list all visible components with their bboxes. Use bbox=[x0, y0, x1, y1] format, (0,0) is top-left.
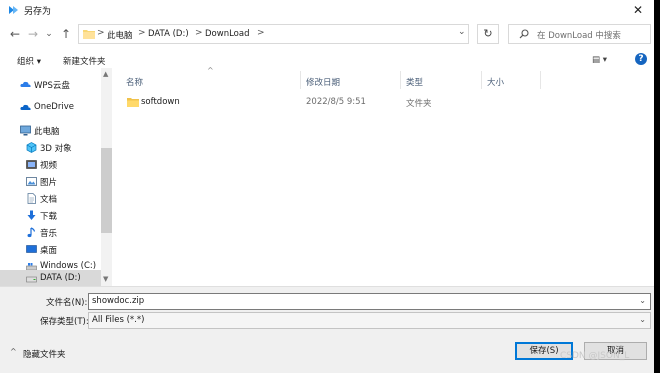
file-name: softdown bbox=[141, 97, 180, 107]
filetype-select[interactable]: All Files (*.*) ⌄ bbox=[88, 312, 651, 329]
picture-icon bbox=[26, 177, 37, 186]
sort-indicator: ^ bbox=[207, 66, 214, 75]
breadcrumb-separator: > bbox=[195, 28, 203, 38]
sidebar-item-music[interactable]: 音乐 bbox=[0, 224, 101, 241]
navigation-pane: WPS云盘 OneDrive 此电脑 3D 对象 视频 图片 文档 下载 音乐 … bbox=[0, 68, 112, 286]
breadcrumb-separator: > bbox=[97, 28, 105, 38]
search-input[interactable]: 在 DownLoad 中搜索 bbox=[508, 24, 651, 44]
chevron-up-icon[interactable]: ^ bbox=[10, 347, 17, 356]
search-placeholder: 在 DownLoad 中搜索 bbox=[537, 31, 621, 41]
sidebar-item-downloads[interactable]: 下载 bbox=[0, 207, 101, 224]
folder-icon bbox=[127, 98, 139, 107]
sidebar-item-pictures[interactable]: 图片 bbox=[0, 173, 101, 190]
onedrive-icon bbox=[20, 104, 31, 110]
breadcrumb-data-drive[interactable]: DATA (D:) bbox=[148, 29, 189, 39]
folder-icon bbox=[83, 30, 95, 39]
scroll-up-arrow[interactable]: ▲ bbox=[103, 70, 108, 78]
address-bar[interactable]: > 此电脑 > DATA (D:) > DownLoad > ⌄ bbox=[78, 24, 469, 44]
sidebar-item-wps-cloud[interactable]: WPS云盘 bbox=[0, 76, 101, 93]
document-icon bbox=[27, 193, 36, 204]
filename-input[interactable]: showdoc.zip ⌄ bbox=[88, 293, 651, 310]
video-icon bbox=[26, 160, 37, 169]
cloud-icon bbox=[20, 81, 31, 87]
chevron-down-icon[interactable]: ⌄ bbox=[639, 296, 646, 305]
download-icon bbox=[27, 210, 36, 220]
filetype-label: 保存类型(T): bbox=[40, 317, 89, 327]
sidebar-item-desktop[interactable]: 桌面 bbox=[0, 241, 101, 258]
column-divider[interactable] bbox=[400, 71, 401, 89]
file-modified: 2022/8/5 9:51 bbox=[306, 97, 366, 107]
breadcrumb-separator: > bbox=[257, 28, 265, 38]
save-as-dialog: 另存为 ✕ ← → ⌄ ↑ > 此电脑 > DATA (D:) > DownLo… bbox=[0, 0, 654, 373]
chevron-down-icon[interactable]: ⌄ bbox=[639, 315, 646, 324]
breadcrumb-download[interactable]: DownLoad bbox=[205, 29, 249, 39]
address-dropdown-button[interactable]: ⌄ bbox=[458, 27, 466, 37]
forward-button[interactable]: → bbox=[25, 26, 41, 42]
search-icon bbox=[519, 29, 529, 39]
computer-icon bbox=[20, 125, 31, 136]
column-header-name[interactable]: 名称 bbox=[126, 76, 143, 88]
column-header-size[interactable]: 大小 bbox=[487, 76, 504, 88]
navigation-scrollbar-thumb[interactable] bbox=[101, 148, 112, 233]
close-button[interactable]: ✕ bbox=[622, 0, 654, 20]
window-title: 另存为 bbox=[24, 7, 52, 17]
refresh-button[interactable]: ↻ bbox=[477, 24, 499, 44]
sidebar-item-videos[interactable]: 视频 bbox=[0, 156, 101, 173]
sidebar-item-onedrive[interactable]: OneDrive bbox=[0, 99, 101, 116]
breadcrumb-separator: > bbox=[138, 28, 146, 38]
file-row[interactable]: softdown 2022/8/5 9:51 文件夹 bbox=[120, 95, 540, 111]
hide-folders-toggle[interactable]: 隐藏文件夹 bbox=[23, 348, 66, 360]
view-options-button[interactable]: ▤ ▾ bbox=[592, 55, 607, 65]
back-button[interactable]: ← bbox=[7, 26, 23, 42]
column-divider[interactable] bbox=[481, 71, 482, 89]
drive-icon bbox=[26, 276, 37, 283]
breadcrumb-this-pc[interactable]: 此电脑 bbox=[107, 29, 133, 41]
watermark: CSDN @JSON_L bbox=[560, 351, 630, 361]
new-folder-button[interactable]: 新建文件夹 bbox=[63, 55, 106, 67]
file-type: 文件夹 bbox=[406, 99, 432, 109]
scroll-down-arrow[interactable]: ▼ bbox=[103, 275, 108, 283]
column-header-modified[interactable]: 修改日期 bbox=[306, 76, 340, 88]
sidebar-item-documents[interactable]: 文档 bbox=[0, 190, 101, 207]
music-icon bbox=[27, 227, 36, 238]
column-header-type[interactable]: 类型 bbox=[406, 76, 423, 88]
cube-icon bbox=[26, 142, 37, 153]
column-divider[interactable] bbox=[540, 71, 541, 89]
column-divider[interactable] bbox=[300, 71, 301, 89]
filename-label: 文件名(N): bbox=[46, 298, 88, 308]
sidebar-item-this-pc[interactable]: 此电脑 bbox=[0, 122, 101, 139]
title-bar: 另存为 ✕ bbox=[0, 0, 654, 20]
help-button[interactable]: ? bbox=[635, 53, 647, 65]
save-options-panel: 文件名(N): showdoc.zip ⌄ 保存类型(T): All Files… bbox=[0, 286, 654, 373]
sidebar-item-3d-objects[interactable]: 3D 对象 bbox=[0, 139, 101, 156]
sidebar-item-data-d[interactable]: DATA (D:) bbox=[0, 270, 101, 286]
up-button[interactable]: ↑ bbox=[58, 26, 74, 42]
recent-locations-dropdown[interactable]: ⌄ bbox=[41, 26, 57, 42]
app-icon bbox=[9, 6, 18, 14]
desktop-icon bbox=[26, 245, 37, 253]
organize-menu[interactable]: 组织 ▾ bbox=[17, 55, 41, 67]
